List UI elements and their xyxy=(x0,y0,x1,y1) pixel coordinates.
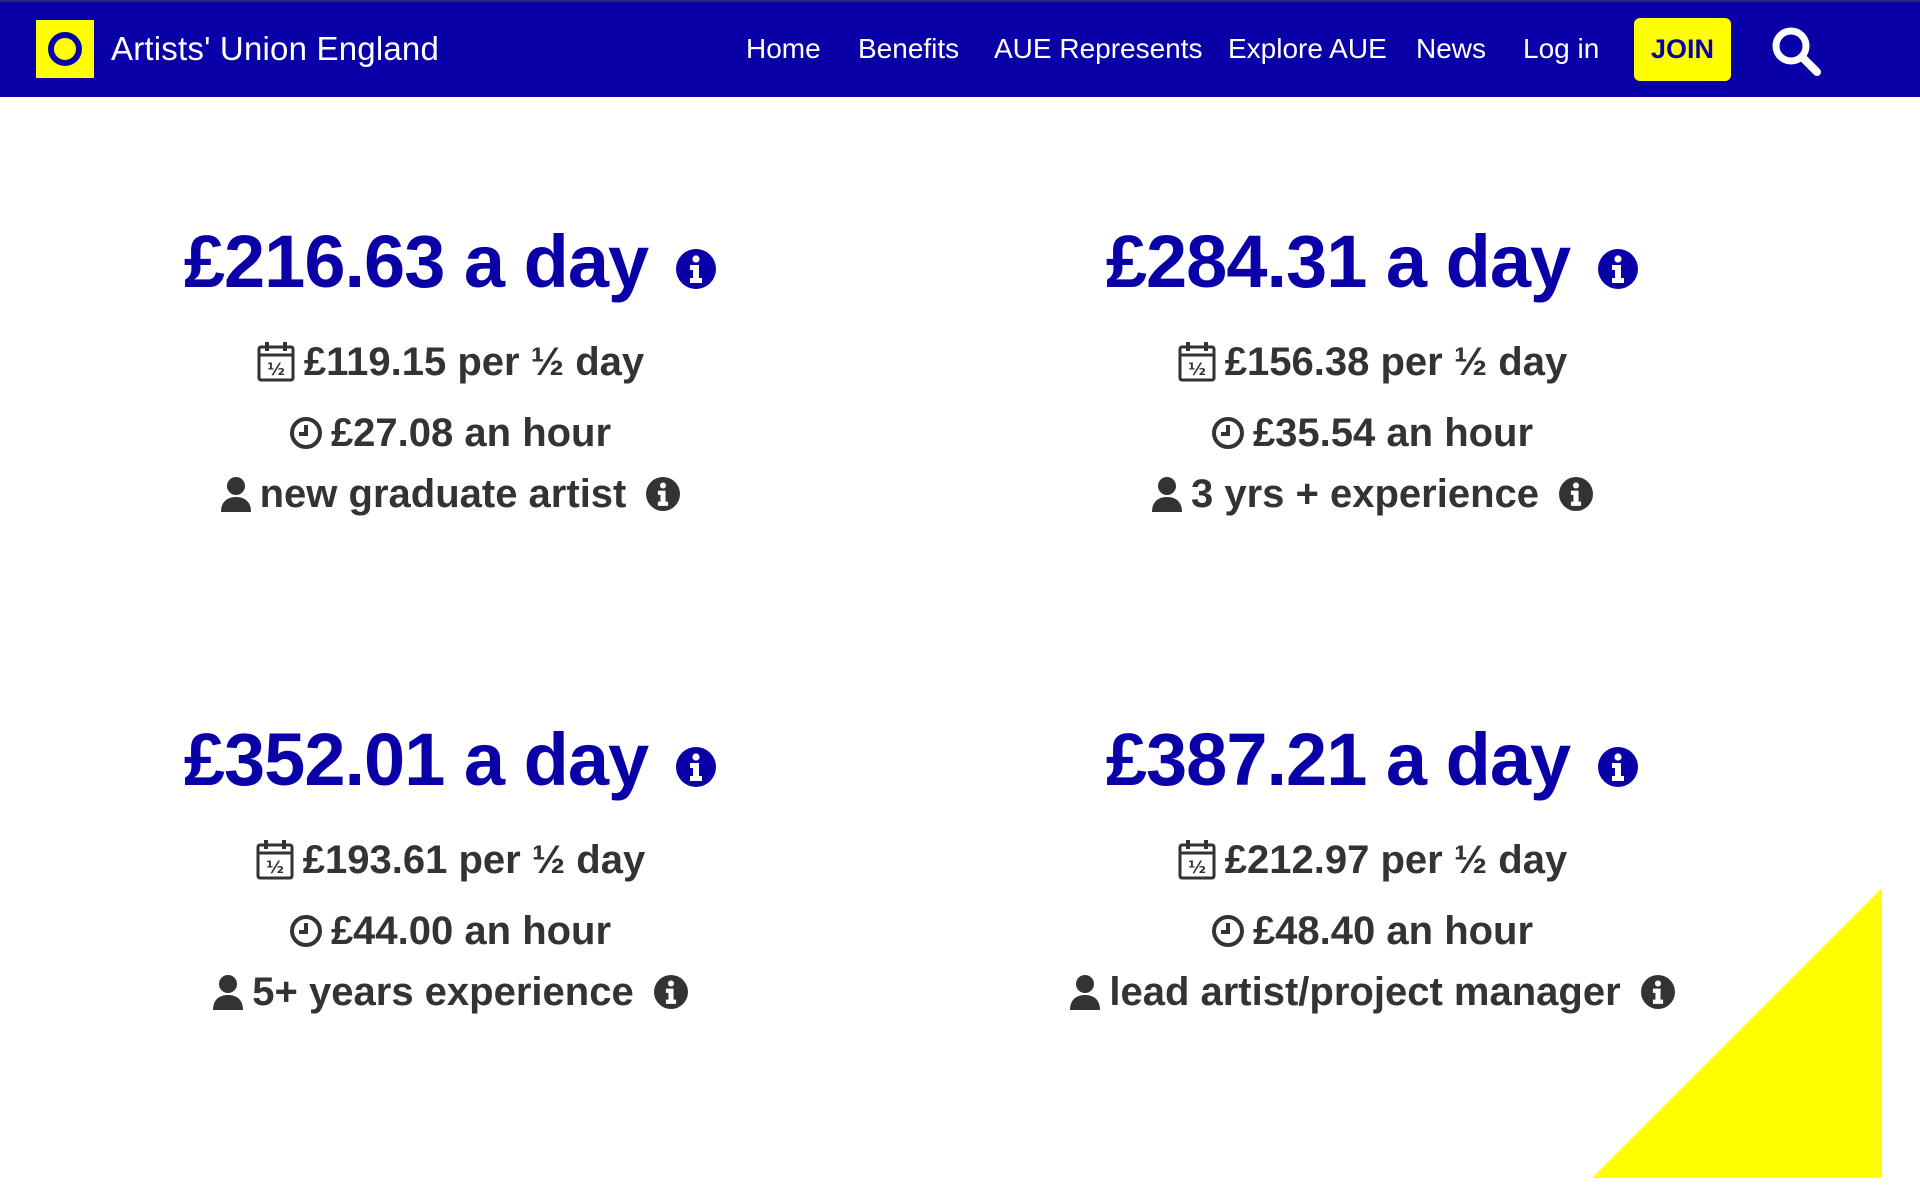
clock-icon xyxy=(1211,914,1245,948)
day-rate-heading: £216.63 a day xyxy=(70,225,830,299)
person-icon xyxy=(212,974,244,1010)
info-icon[interactable] xyxy=(676,249,717,289)
hourly-rate: £35.54 an hour xyxy=(992,408,1752,458)
svg-text:½: ½ xyxy=(267,360,285,380)
day-rate-heading: £284.31 a day xyxy=(992,225,1752,299)
top-navigation-bar: Artists' Union England Home Benefits AUE… xyxy=(0,0,1920,97)
info-icon[interactable] xyxy=(653,975,688,1009)
rate-card: £216.63 a day ½ £119.15 per ½ day £27.08… xyxy=(70,225,830,519)
half-day-rate: ½ £193.61 per ½ day xyxy=(70,835,830,885)
day-rate-value: £284.31 a day xyxy=(1105,220,1571,303)
experience-level: 3 yrs + experience xyxy=(992,469,1752,519)
experience-value: 3 yrs + experience xyxy=(1190,471,1540,516)
info-icon[interactable] xyxy=(1598,747,1639,787)
union-logo-icon xyxy=(36,20,94,78)
info-icon[interactable] xyxy=(1598,249,1639,289)
calendar-half-icon: ½ xyxy=(256,341,296,383)
experience-value: new graduate artist xyxy=(259,471,627,516)
half-day-rate: ½ £212.97 per ½ day xyxy=(992,835,1752,885)
day-rate-value: £387.21 a day xyxy=(1105,718,1571,801)
join-button[interactable]: JOIN xyxy=(1634,18,1731,81)
hourly-value: £48.40 an hour xyxy=(1252,908,1534,953)
half-day-value: £119.15 per ½ day xyxy=(303,339,645,384)
nav-benefits[interactable]: Benefits xyxy=(858,33,959,65)
decorative-yellow-triangle xyxy=(1592,888,1882,1178)
day-rate-heading: £387.21 a day xyxy=(992,723,1752,797)
svg-text:½: ½ xyxy=(1188,858,1206,878)
hourly-value: £35.54 an hour xyxy=(1252,410,1534,455)
experience-level: new graduate artist xyxy=(70,469,830,519)
calendar-half-icon: ½ xyxy=(255,839,295,881)
half-day-value: £193.61 per ½ day xyxy=(302,837,646,882)
info-icon[interactable] xyxy=(1559,477,1594,511)
svg-text:½: ½ xyxy=(266,858,284,878)
rate-card: £284.31 a day ½ £156.38 per ½ day £35.54… xyxy=(992,225,1752,519)
half-day-value: £156.38 per ½ day xyxy=(1224,339,1568,384)
clock-icon xyxy=(1211,416,1245,450)
nav-explore-aue[interactable]: Explore AUE xyxy=(1228,33,1387,65)
search-button[interactable] xyxy=(1768,23,1824,79)
info-icon[interactable] xyxy=(646,477,681,511)
calendar-half-icon: ½ xyxy=(1177,839,1217,881)
brand-link[interactable]: Artists' Union England xyxy=(36,20,439,78)
nav-news[interactable]: News xyxy=(1416,33,1486,65)
person-icon xyxy=(1151,476,1183,512)
clock-icon xyxy=(289,416,323,450)
hourly-rate: £27.08 an hour xyxy=(70,408,830,458)
half-day-rate: ½ £119.15 per ½ day xyxy=(70,337,830,387)
day-rate-value: £216.63 a day xyxy=(183,220,649,303)
brand-name: Artists' Union England xyxy=(111,30,440,67)
half-day-value: £212.97 per ½ day xyxy=(1224,837,1568,882)
nav-aue-represents[interactable]: AUE Represents xyxy=(994,33,1203,65)
person-icon xyxy=(220,476,252,512)
hourly-value: £27.08 an hour xyxy=(330,410,612,455)
nav-log-in[interactable]: Log in xyxy=(1523,33,1599,65)
hourly-value: £44.00 an hour xyxy=(330,908,612,953)
day-rate-value: £352.01 a day xyxy=(183,718,649,801)
nav-home[interactable]: Home xyxy=(746,33,821,65)
experience-value: lead artist/project manager xyxy=(1109,969,1621,1014)
hourly-rate: £44.00 an hour xyxy=(70,906,830,956)
experience-level: 5+ years experience xyxy=(70,967,830,1017)
day-rate-heading: £352.01 a day xyxy=(70,723,830,797)
rate-card: £352.01 a day ½ £193.61 per ½ day £44.00… xyxy=(70,723,830,1017)
half-day-rate: ½ £156.38 per ½ day xyxy=(992,337,1752,387)
search-icon xyxy=(1772,27,1821,76)
person-icon xyxy=(1069,974,1101,1010)
info-icon[interactable] xyxy=(676,747,717,787)
calendar-half-icon: ½ xyxy=(1177,341,1217,383)
experience-value: 5+ years experience xyxy=(252,969,634,1014)
page: Artists' Union England Home Benefits AUE… xyxy=(0,0,1920,1196)
svg-text:½: ½ xyxy=(1188,360,1206,380)
clock-icon xyxy=(289,914,323,948)
